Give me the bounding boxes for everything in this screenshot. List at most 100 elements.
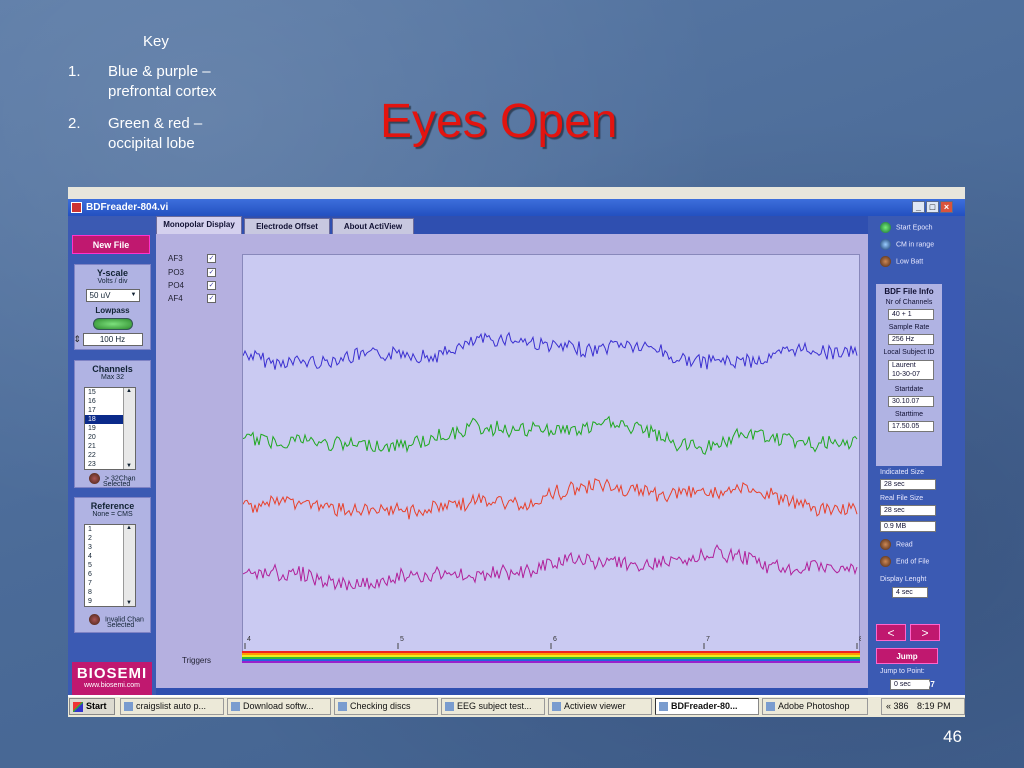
key-item-text: Green & red – occipital lobe <box>108 114 258 154</box>
channel-checkbox[interactable]: ✓ <box>207 254 216 263</box>
tab-monopolar-display[interactable]: Monopolar Display <box>156 216 242 234</box>
new-file-button[interactable]: New File <box>72 235 150 254</box>
prev-button[interactable]: < <box>876 624 906 641</box>
taskbar-item[interactable]: Download softw... <box>227 698 331 715</box>
led-icon <box>89 473 100 484</box>
reference-listbox[interactable]: 1 2 3 4 5 6 7 8 9 <box>84 524 136 607</box>
nr-channels-value: 40 + 1 <box>888 309 934 320</box>
eeg-plot-area[interactable]: 4 5 6 7 8 <box>242 254 861 652</box>
sample-rate-value: 256 Hz <box>888 334 934 345</box>
startdate-value: 30.10.07 <box>888 396 934 407</box>
page-number: 46 <box>943 727 962 746</box>
taskbar-item[interactable]: craigslist auto p... <box>120 698 224 715</box>
low-batt-label: Low Batt <box>895 258 924 266</box>
starttime-value: 17.50.05 <box>888 421 934 432</box>
jump-button[interactable]: Jump <box>876 648 938 664</box>
lowpass-stepper[interactable]: 100 Hz <box>74 333 143 346</box>
taskbar-item[interactable]: EEG subject test... <box>441 698 545 715</box>
key-title: Key <box>143 33 169 50</box>
taskbar-item[interactable]: Adobe Photoshop <box>762 698 868 715</box>
channel-label: AF4 <box>168 294 183 303</box>
taskbar-item-active[interactable]: BDFreader-80... <box>655 698 759 715</box>
subject-id-line: Laurent <box>892 362 916 369</box>
taskbar-item[interactable]: Actiview viewer <box>548 698 652 715</box>
bdfreader-window: BDFreader-804.vi _ □ × New File Y-scale … <box>68 199 965 700</box>
invalid-chan-indicator-sub: Selected <box>107 622 134 629</box>
bdf-file-info: BDF File Info Nr of Channels 40 + 1 Samp… <box>876 284 942 466</box>
eeg-trace-PO3 <box>243 415 858 456</box>
minimize-button[interactable]: _ <box>912 201 925 213</box>
key-item-text: Blue & purple – prefrontal cortex <box>108 62 258 102</box>
key-item-number: 2. <box>68 115 81 132</box>
led-icon <box>880 222 891 233</box>
read-label: Read <box>895 541 913 549</box>
channel-checkbox[interactable]: ✓ <box>207 268 216 277</box>
subject-id-value: Laurent 10-30-07 <box>888 360 934 380</box>
window-titlebar[interactable]: BDFreader-804.vi _ □ × <box>68 199 965 216</box>
yscale-sublabel: Volts / div <box>97 278 128 285</box>
tab-bar: Monopolar Display Electrode Offset About… <box>156 216 856 234</box>
reference-scrollbar[interactable] <box>123 525 135 606</box>
x-tick-label: 4 <box>247 636 251 643</box>
lowpass-label: Lowpass <box>95 306 130 315</box>
indicated-size-value: 28 sec <box>880 479 936 490</box>
maximize-button[interactable]: □ <box>926 201 939 213</box>
left-control-panel: New File Y-scale Volts / div 50 uV Lowpa… <box>68 216 156 700</box>
system-tray: « 386 8:19 PM <box>881 698 965 715</box>
yscale-group: Y-scale Volts / div 50 uV Lowpass 100 Hz <box>74 264 151 350</box>
led-icon <box>89 614 100 625</box>
reference-group: Reference None = CMS 1 2 3 4 5 6 7 8 9 I… <box>74 497 151 633</box>
indicated-size-label: Indicated Size <box>880 469 924 476</box>
key-item-line: prefrontal cortex <box>108 83 217 100</box>
eeg-trace-PO4 <box>243 478 858 520</box>
key-item-line: occipital lobe <box>108 135 195 152</box>
key-item-line: Blue & purple – <box>108 63 211 80</box>
real-size-mb-value: 0.9 MB <box>880 521 936 532</box>
lowpass-toggle[interactable] <box>92 318 133 330</box>
real-size-sec-value: 28 sec <box>880 505 936 516</box>
led-icon <box>880 556 891 567</box>
tray-icons[interactable]: « 386 <box>886 701 909 711</box>
channel-checkbox[interactable]: ✓ <box>207 294 216 303</box>
display-length-stepper[interactable]: 4 sec <box>892 587 928 598</box>
yscale-dropdown[interactable]: 50 uV <box>85 289 140 302</box>
trigger-bar <box>242 651 860 663</box>
tab-electrode-offset[interactable]: Electrode Offset <box>244 218 330 234</box>
cm-range-label: CM in range <box>895 241 935 249</box>
next-button[interactable]: > <box>910 624 940 641</box>
channel-checkbox[interactable]: ✓ <box>207 281 216 290</box>
right-info-panel: Start Epoch CM in range Low Batt BDF Fil… <box>868 216 965 695</box>
led-icon <box>880 539 891 550</box>
led-icon <box>880 239 891 250</box>
read-button[interactable]: Read <box>880 539 913 550</box>
eof-label: End of File <box>895 558 930 566</box>
eeg-trace-AF4 <box>243 544 858 591</box>
channels-scrollbar[interactable] <box>123 388 135 469</box>
x-tick-label: 5 <box>400 636 404 643</box>
close-button[interactable]: × <box>940 201 953 213</box>
sample-rate-label: Sample Rate <box>888 324 930 331</box>
chan-overflow-indicator-sub: Selected <box>103 481 130 488</box>
reference-label: Reference <box>90 501 135 511</box>
end-of-file-indicator: End of File <box>880 556 929 567</box>
channel-label: AF3 <box>168 254 183 263</box>
windows-taskbar: Start craigslist auto p... Download soft… <box>68 695 965 717</box>
cm-range-indicator: CM in range <box>880 239 934 250</box>
window-title: BDFreader-804.vi <box>86 202 169 213</box>
x-tick-label: 6 <box>553 636 557 643</box>
channels-listbox[interactable]: 15 16 17 18 19 20 21 22 23 <box>84 387 136 470</box>
yscale-label: Y-scale <box>96 268 129 278</box>
channel-label: PO3 <box>168 268 185 277</box>
channel-label: PO4 <box>168 281 185 290</box>
start-button[interactable]: Start <box>69 698 115 715</box>
clock: 8:19 PM <box>917 701 951 711</box>
tab-about-actiview[interactable]: About ActiView <box>332 218 414 234</box>
triggers-label: Triggers <box>182 656 212 665</box>
app-screenshot: BDFreader-804.vi _ □ × New File Y-scale … <box>68 187 965 717</box>
display-length-label: Display Lenght <box>880 576 927 583</box>
subject-id-label: Local Subject ID <box>883 349 935 356</box>
logo-text: BIOSEMI <box>76 665 148 682</box>
taskbar-item[interactable]: Checking discs <box>334 698 438 715</box>
led-label: Selected <box>107 622 135 629</box>
start-epoch-indicator[interactable]: Start Epoch <box>880 222 933 233</box>
